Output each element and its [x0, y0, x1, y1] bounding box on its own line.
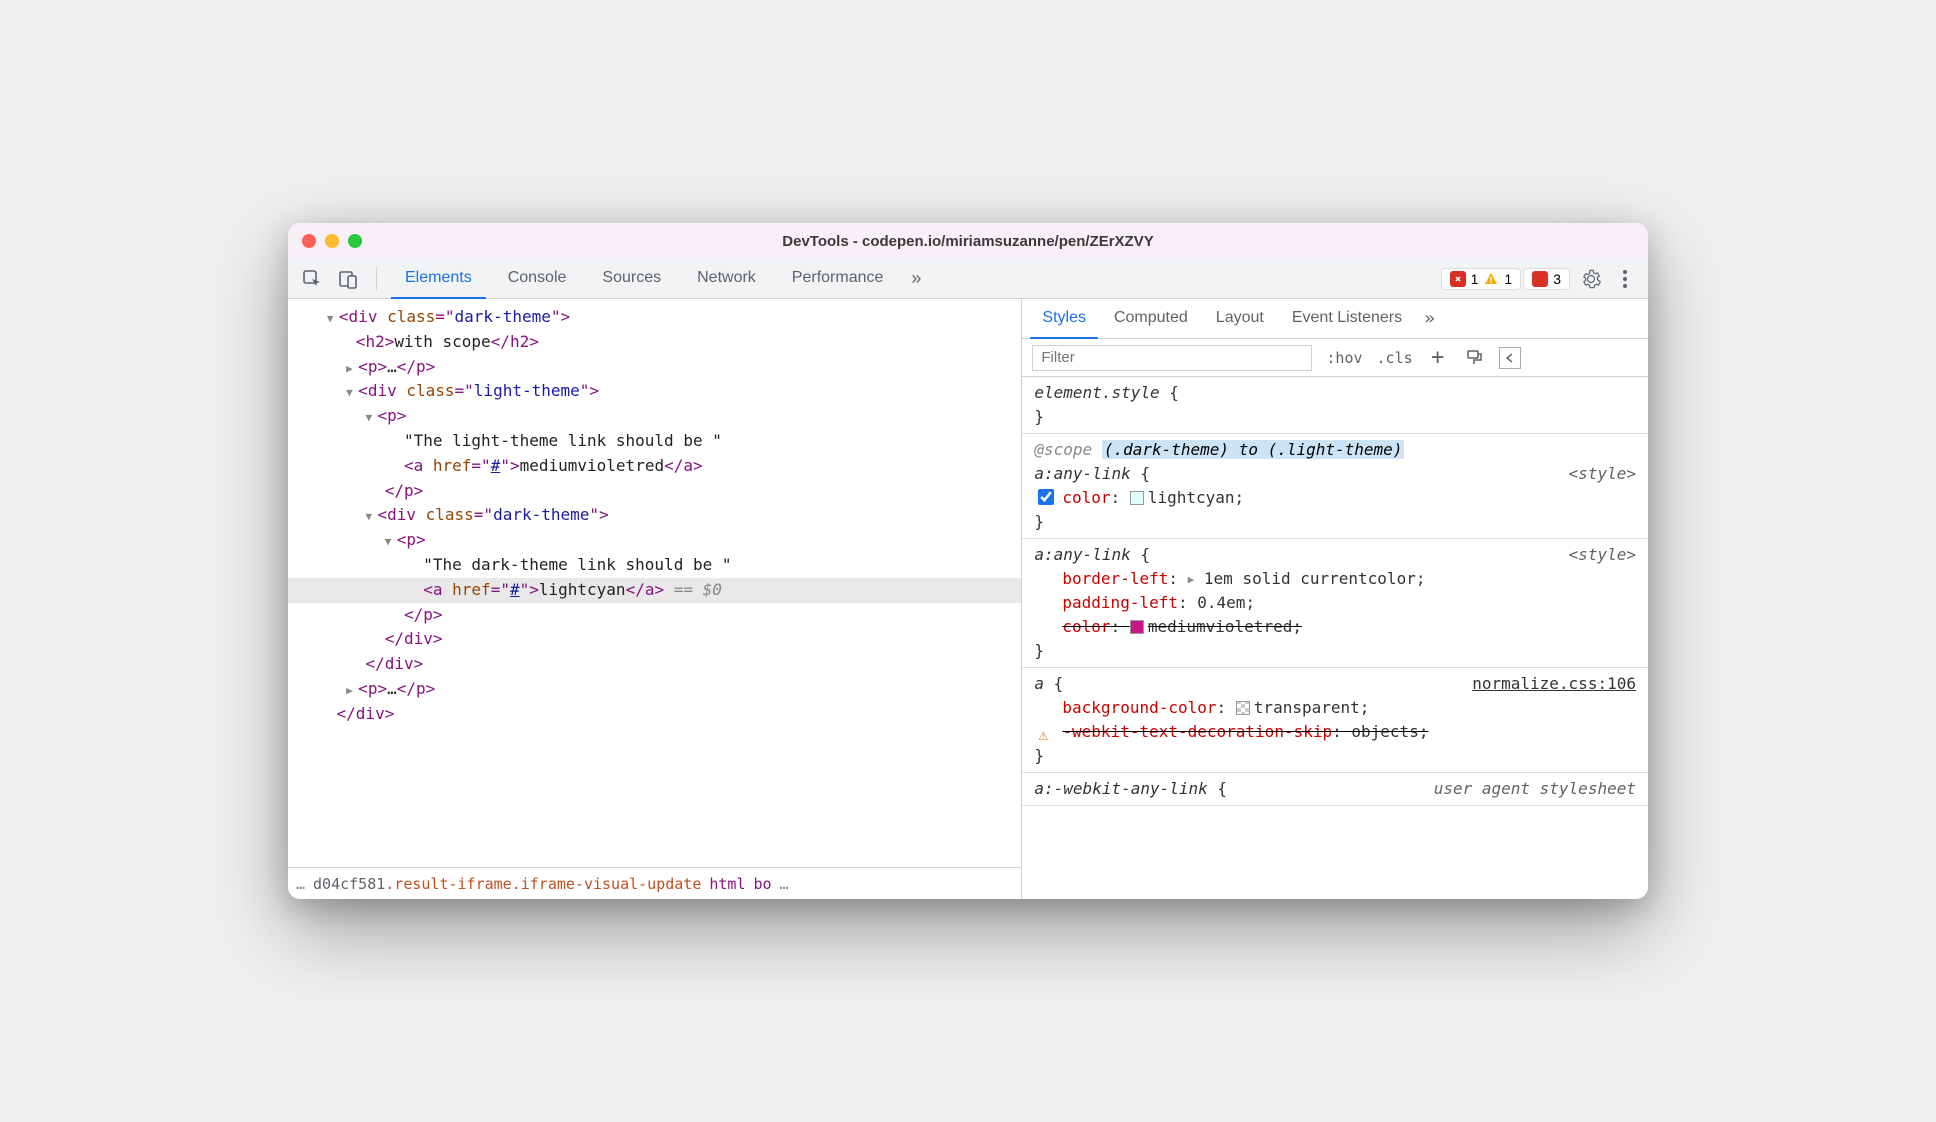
css-declaration[interactable]: border-left: ▶ 1em solid currentcolor;: [1034, 567, 1636, 591]
warning-icon: ⚠: [1038, 723, 1048, 747]
more-styles-tabs-icon[interactable]: »: [1418, 308, 1441, 329]
main-toolbar: Elements Console Sources Network Perform…: [288, 259, 1648, 299]
tab-event-listeners[interactable]: Event Listeners: [1280, 299, 1414, 339]
warning-count: 1: [1504, 271, 1512, 287]
tab-computed[interactable]: Computed: [1102, 299, 1200, 339]
color-swatch[interactable]: [1130, 620, 1144, 634]
dom-node[interactable]: </p>: [288, 603, 1021, 628]
source-link: user agent stylesheet: [1434, 777, 1636, 801]
dom-node[interactable]: ▼<div class="dark-theme">: [288, 503, 1021, 528]
breadcrumb-overflow[interactable]: …: [780, 875, 789, 893]
expand-shorthand-icon[interactable]: ▶: [1188, 573, 1195, 586]
error-icon: [1450, 271, 1466, 287]
dom-node[interactable]: ▼<div class="dark-theme">: [288, 305, 1021, 330]
css-declaration-invalid[interactable]: ⚠-webkit-text-decoration-skip: objects;: [1034, 720, 1636, 744]
styles-panel: Styles Computed Layout Event Listeners »…: [1022, 299, 1648, 899]
error-warning-badges[interactable]: 1 1 3: [1441, 268, 1570, 290]
dom-node[interactable]: ▶<p>…</p>: [288, 677, 1021, 702]
computed-sidebar-icon[interactable]: [1499, 347, 1521, 369]
device-toggle-icon[interactable]: [334, 265, 362, 293]
expand-icon[interactable]: ▼: [327, 310, 339, 327]
dom-node[interactable]: ▶<p>…</p>: [288, 355, 1021, 380]
css-declaration[interactable]: color: lightcyan;: [1034, 486, 1636, 510]
settings-icon[interactable]: [1578, 266, 1604, 292]
main-content: ▼<div class="dark-theme"> <h2>with scope…: [288, 299, 1648, 899]
rule-a[interactable]: a { normalize.css:106 background-color: …: [1022, 668, 1648, 773]
color-swatch[interactable]: [1236, 701, 1250, 715]
expand-icon[interactable]: ▼: [385, 533, 397, 550]
source-link[interactable]: normalize.css:106: [1472, 672, 1636, 696]
dom-node[interactable]: </div>: [288, 627, 1021, 652]
issues-count: 3: [1553, 271, 1561, 287]
breadcrumb[interactable]: … d04cf581.result-iframe.iframe-visual-u…: [288, 867, 1021, 899]
paint-icon[interactable]: [1463, 347, 1485, 369]
breadcrumb-overflow[interactable]: …: [296, 875, 305, 893]
titlebar: DevTools - codepen.io/miriamsuzanne/pen/…: [288, 223, 1648, 259]
tab-elements[interactable]: Elements: [391, 259, 486, 299]
styles-filter-row: :hov .cls +: [1022, 339, 1648, 377]
traffic-lights: [302, 234, 362, 248]
source-link[interactable]: <style>: [1569, 462, 1636, 486]
breadcrumb-item[interactable]: html: [709, 875, 745, 893]
rule-anylink[interactable]: a:any-link { <style> border-left: ▶ 1em …: [1022, 539, 1648, 668]
close-button[interactable]: [302, 234, 316, 248]
rule-ua[interactable]: a:-webkit-any-link { user agent styleshe…: [1022, 773, 1648, 806]
source-link[interactable]: <style>: [1569, 543, 1636, 567]
expand-icon[interactable]: ▼: [365, 409, 377, 426]
inspect-icon[interactable]: [298, 265, 326, 293]
expand-icon[interactable]: ▼: [346, 384, 358, 401]
css-declaration[interactable]: padding-left: 0.4em;: [1034, 591, 1636, 615]
styles-tabs: Styles Computed Layout Event Listeners »: [1022, 299, 1648, 339]
tab-network[interactable]: Network: [683, 259, 770, 299]
breadcrumb-item[interactable]: bo: [753, 875, 771, 893]
toggle-prop-checkbox[interactable]: [1038, 489, 1054, 505]
warning-icon: [1483, 271, 1499, 287]
cls-toggle[interactable]: .cls: [1377, 349, 1413, 367]
error-count: 1: [1471, 271, 1479, 287]
expand-icon[interactable]: ▶: [346, 682, 358, 699]
expand-icon[interactable]: ▶: [346, 360, 358, 377]
dom-node[interactable]: <a href="#">mediumvioletred</a>: [288, 454, 1021, 479]
rule-element-style[interactable]: element.style { }: [1022, 377, 1648, 434]
dom-node[interactable]: ▼<div class="light-theme">: [288, 379, 1021, 404]
expand-icon[interactable]: ▼: [365, 508, 377, 525]
minimize-button[interactable]: [325, 234, 339, 248]
tab-performance[interactable]: Performance: [778, 259, 898, 299]
more-tabs-icon[interactable]: »: [905, 268, 927, 289]
maximize-button[interactable]: [348, 234, 362, 248]
breadcrumb-item[interactable]: d04cf581.result-iframe.iframe-visual-upd…: [313, 875, 701, 893]
dom-node[interactable]: </div>: [288, 652, 1021, 677]
dom-node[interactable]: ▼<p>: [288, 528, 1021, 553]
elements-panel: ▼<div class="dark-theme"> <h2>with scope…: [288, 299, 1022, 899]
dom-node-selected[interactable]: <a href="#">lightcyan</a> == $0: [288, 578, 1021, 603]
kebab-menu-icon[interactable]: [1612, 266, 1638, 292]
tab-layout[interactable]: Layout: [1204, 299, 1276, 339]
dom-tree[interactable]: ▼<div class="dark-theme"> <h2>with scope…: [288, 299, 1021, 867]
divider: [376, 267, 377, 291]
css-rules: element.style { } @scope (.dark-theme) t…: [1022, 377, 1648, 899]
issues-icon: [1532, 271, 1548, 287]
tab-sources[interactable]: Sources: [588, 259, 675, 299]
color-swatch[interactable]: [1130, 491, 1144, 505]
hov-toggle[interactable]: :hov: [1326, 349, 1362, 367]
dom-node[interactable]: </p>: [288, 479, 1021, 504]
css-declaration[interactable]: background-color: transparent;: [1034, 696, 1636, 720]
css-declaration-overridden[interactable]: color: mediumvioletred;: [1034, 615, 1636, 639]
new-style-rule-icon[interactable]: +: [1427, 347, 1449, 369]
filter-input[interactable]: [1032, 345, 1312, 371]
dom-node[interactable]: <h2>with scope</h2>: [288, 330, 1021, 355]
dom-node[interactable]: ▼<p>: [288, 404, 1021, 429]
tab-styles[interactable]: Styles: [1030, 299, 1098, 339]
dom-node[interactable]: "The dark-theme link should be ": [288, 553, 1021, 578]
tab-console[interactable]: Console: [494, 259, 581, 299]
dom-node[interactable]: </div>: [288, 702, 1021, 727]
rule-scope[interactable]: @scope (.dark-theme) to (.light-theme) a…: [1022, 434, 1648, 539]
dom-node[interactable]: "The light-theme link should be ": [288, 429, 1021, 454]
devtools-window: DevTools - codepen.io/miriamsuzanne/pen/…: [288, 223, 1648, 899]
window-title: DevTools - codepen.io/miriamsuzanne/pen/…: [288, 233, 1648, 250]
